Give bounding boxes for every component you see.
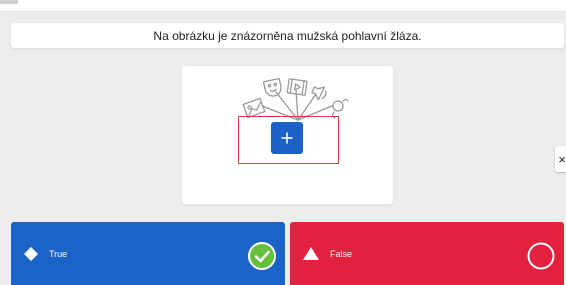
add-media-button[interactable]: [271, 122, 303, 154]
empty-circle-icon[interactable]: [527, 242, 555, 270]
answer-true[interactable]: True: [11, 222, 285, 285]
answer-false[interactable]: False: [290, 222, 564, 285]
close-x-icon: ×: [558, 151, 566, 167]
next-button[interactable]: ×: [555, 146, 566, 172]
question-text: Na obrázku je znázorněna mužská pohlavní…: [153, 28, 422, 43]
answer-true-label: True: [49, 248, 68, 259]
top-bar-fragment: [0, 0, 18, 4]
plus-icon: [281, 132, 293, 144]
answer-false-label: False: [330, 248, 353, 259]
question-box: Na obrázku je znázorněna mužská pohlavní…: [11, 23, 564, 48]
triangle-icon: [302, 246, 320, 261]
media-panel: [182, 66, 393, 204]
top-bar: [0, 0, 566, 12]
diamond-icon: [23, 246, 39, 262]
check-circle-icon[interactable]: [248, 242, 276, 270]
